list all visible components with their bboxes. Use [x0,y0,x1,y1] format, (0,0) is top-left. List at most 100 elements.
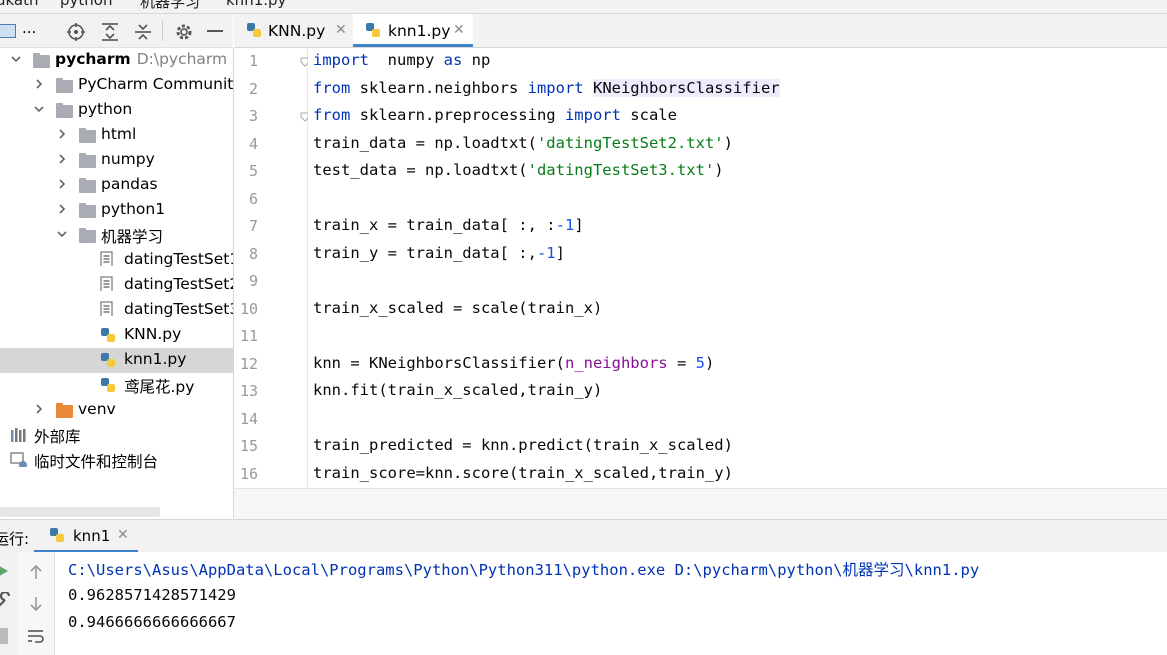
chevron-right-icon[interactable] [57,129,67,139]
code-line[interactable]: import numpy as np [313,51,490,69]
breadcrumb-item[interactable]: 机器学习 [140,0,200,12]
code-line[interactable]: from sklearn.preprocessing import scale [313,106,677,124]
library-icon [11,428,26,442]
tree-item-label: PyCharm Community Edition [78,75,234,93]
tree-item-label: html [101,125,137,143]
run-side-toolbar [0,552,19,655]
chevron-right-icon[interactable] [57,154,67,164]
stop-icon[interactable] [0,628,8,644]
project-tree: pycharmD:\pycharm PyCharm Community Editi… [0,48,234,518]
tree-item[interactable]: python1 [0,198,233,223]
tree-item[interactable]: 外部库 [0,423,233,448]
project-view-title[interactable]: ... [22,19,36,37]
folder-icon [79,228,96,243]
code-line[interactable]: test_data = np.loadtxt('datingTestSet3.t… [313,161,724,179]
tree-item[interactable]: datingTestSet3.txt [0,298,233,323]
python-file-icon [101,328,115,342]
folder-icon [56,103,73,118]
run-tab-knn1[interactable]: knn1 ✕ [34,520,138,553]
tree-item-label: datingTestSet1.txt [124,250,233,268]
code-line[interactable]: train_y = train_data[ :,-1] [313,244,565,262]
scratch-icon [10,452,27,467]
close-icon[interactable]: ✕ [335,22,347,38]
tree-item[interactable]: venv [0,398,233,423]
tree-item[interactable]: pandas [0,173,233,198]
chevron-right-icon[interactable] [34,404,44,414]
code-editor[interactable]: import numpy as np from sklearn.neighbors… [308,48,1167,488]
tree-item[interactable]: datingTestSet2.txt [0,273,233,298]
locate-icon[interactable] [66,22,86,42]
tree-item-label: pycharm D:\pycharm [55,50,228,68]
tree-item[interactable]: html [0,123,233,148]
run-panel-header: 运行: knn1 ✕ [0,519,1167,554]
folder-icon [56,78,73,93]
tab-knn[interactable]: KNN.py ✕ [234,14,352,47]
run-console[interactable]: C:\Users\Asus\AppData\Local\Programs\Pyt… [0,552,1167,655]
minimize-icon[interactable] [207,30,223,32]
breadcrumb-item[interactable]: knn1.py [226,0,286,9]
code-line[interactable]: knn = KNeighborsClassifier(n_neighbors =… [313,354,714,372]
chevron-right-icon[interactable] [57,204,67,214]
close-icon[interactable]: ✕ [117,527,129,543]
tree-item[interactable]: knn1.py [0,348,233,373]
tree-item-label: pandas [101,175,158,193]
line-number: 3 [248,107,258,125]
tab-knn1[interactable]: knn1.py ✕ [353,14,473,47]
close-icon[interactable]: ✕ [453,22,465,38]
tree-item[interactable]: 鸢尾花.py [0,373,233,398]
code-line[interactable]: from sklearn.neighbors import KNeighbors… [313,78,780,97]
line-number: 12 [239,354,258,373]
folder-icon [79,178,96,193]
down-arrow-icon[interactable] [28,596,44,612]
code-line[interactable]: train_data = np.loadtxt('datingTestSet2.… [313,134,733,152]
code-line[interactable]: train_predicted = knn.predict(train_x_sc… [313,436,733,454]
tree-item[interactable]: datingTestSet1.txt [0,248,233,273]
code-line[interactable]: train_x = train_data[ :, :-1] [313,216,584,234]
breadcrumb: ukath python 机器学习 knn1.py [0,0,1167,14]
tree-item[interactable]: 机器学习 [0,223,233,248]
up-arrow-icon[interactable] [28,564,44,580]
breadcrumb-item[interactable]: ukath [0,0,39,9]
code-line[interactable]: knn.fit(train_x_scaled,train_y) [313,381,602,399]
tree-item-label: 机器学习 [101,228,164,246]
code-line[interactable]: train_score=knn.score(train_x_scaled,tra… [313,464,733,482]
tree-item-label: python [78,100,133,118]
tree-item-label: 鸢尾花.py [124,378,195,396]
wrench-icon[interactable] [0,592,11,608]
tree-item[interactable]: PyCharm Community Edition [0,73,233,98]
line-number: 13 [239,382,258,400]
code-line[interactable]: train_x_scaled = scale(train_x) [313,299,602,317]
chevron-right-icon[interactable] [34,79,44,89]
soft-wrap-icon[interactable] [27,628,45,644]
chevron-down-icon[interactable] [34,104,44,114]
tree-item[interactable]: 临时文件和控制台 [0,448,233,473]
project-view-icon[interactable] [0,24,16,38]
project-toolbar: ... [0,14,233,48]
expand-all-icon[interactable] [100,22,120,42]
toolbar-divider [162,21,163,41]
gear-icon[interactable] [174,22,194,42]
chevron-down-icon[interactable] [57,229,67,239]
tree-item[interactable]: KNN.py [0,323,233,348]
tab-label: KNN.py [268,22,326,40]
tree-item-label: knn1.py [124,350,187,368]
breadcrumb-item[interactable]: python [60,0,112,9]
collapse-all-icon[interactable] [133,22,153,42]
folder-icon [33,53,50,68]
editor-bottom-area [234,488,1167,519]
tree-item-label: 临时文件和控制台 [34,453,159,471]
chevron-down-icon[interactable] [11,54,21,64]
line-number-gutter: 1 2 3 4 5 6 7 8 9 10 11 12 13 14 15 16 [234,48,310,488]
chevron-right-icon[interactable] [57,179,67,189]
console-output-line: 0.9466666666666667 [68,613,236,631]
python-file-icon [101,378,115,392]
project-horizontal-scrollbar[interactable] [0,507,160,517]
tree-item-label: datingTestSet2.txt [124,275,233,293]
rerun-icon[interactable] [0,564,8,578]
tree-item[interactable]: numpy [0,148,233,173]
tree-item[interactable]: python [0,98,233,123]
line-number: 7 [248,217,258,235]
line-number: 16 [239,464,258,483]
console-output-line: 0.9628571428571429 [68,585,236,604]
tree-item[interactable]: pycharm D:\pycharm [0,48,233,73]
